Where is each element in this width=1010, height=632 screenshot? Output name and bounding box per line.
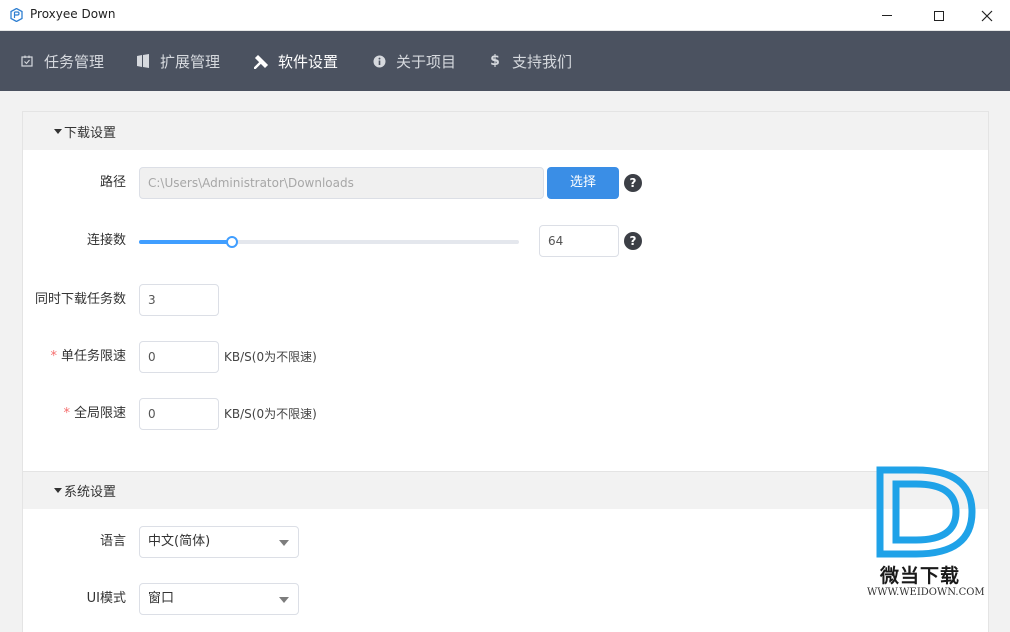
section-title: 下载设置 [64,125,117,141]
nav-label: 支持我们 [512,52,573,71]
language-select[interactable]: 中文(简体) [139,526,299,558]
dropdown-arrow-icon [279,597,289,603]
nav-item-settings[interactable]: 软件设置 [252,31,338,91]
extension-icon [134,52,152,70]
system-settings-header[interactable]: 系统设置 [23,471,988,509]
window-title: Proxyee Down [30,7,116,21]
task-icon [18,52,36,70]
info-icon [370,52,388,70]
required-mark: * [50,349,57,364]
concurrent-tasks-row: 同时下载任务数 3 [23,284,988,316]
minimize-button[interactable] [864,0,910,31]
help-icon[interactable]: ? [624,232,642,250]
caret-down-icon [54,488,62,493]
task-speed-limit-row: * 单任务限速 0 KB/S(0为不限速) [23,341,988,373]
close-icon [981,10,993,21]
label-text: 单任务限速 [60,349,126,364]
watermark-url: WWW.WEIDOWN.COM [867,587,985,598]
concurrent-tasks-label: 同时下载任务数 [34,292,126,307]
maximize-button[interactable] [916,0,962,31]
unit-text: KB/S(0为不限速) [224,350,317,364]
path-label: 路径 [99,175,126,190]
ui-mode-select[interactable]: 窗口 [139,583,299,615]
app-logo-icon [10,8,23,22]
minimize-icon [882,15,892,16]
settings-panel: 下载设置 路径 C:\Users\Administrator\Downloads… [22,111,989,632]
section-title: 系统设置 [64,485,117,500]
ui-mode-row: UI模式 窗口 [23,583,988,615]
language-label: 语言 [99,534,126,549]
label-text: 全局限速 [73,406,126,421]
nav-label: 扩展管理 [160,52,221,71]
connections-label: 连接数 [86,233,126,248]
dropdown-arrow-icon [279,540,289,546]
choose-path-button[interactable]: 选择 [547,167,619,199]
slider-fill [139,240,233,244]
connections-slider[interactable] [139,236,519,248]
unit-text: KB/S(0为不限速) [224,407,317,421]
tools-icon [252,52,270,70]
settings-content: 下载设置 路径 C:\Users\Administrator\Downloads… [0,91,1010,632]
watermark-text: 微当下载 [880,565,961,587]
global-speed-limit-label: * 全局限速 [63,398,126,430]
maximize-icon [934,10,944,21]
connections-input[interactable]: 64 [539,225,619,257]
global-speed-limit-row: * 全局限速 0 KB/S(0为不限速) [23,398,988,430]
nav-label: 软件设置 [278,52,339,71]
dollar-icon: $ [490,53,500,69]
ui-mode-label: UI模式 [86,591,126,606]
select-value: 窗口 [148,591,175,606]
nav-item-support[interactable]: $ 支持我们 [486,31,572,91]
caret-down-icon [54,128,62,134]
slider-handle[interactable] [226,236,239,248]
close-button[interactable] [964,0,1010,31]
required-mark: * [63,406,70,421]
nav-item-about[interactable]: 关于项目 [370,31,456,91]
weidown-watermark: 微当下载 WWW.WEIDOWN.COM [862,466,985,606]
nav-item-extensions[interactable]: 扩展管理 [134,31,220,91]
nav-item-tasks[interactable]: 任务管理 [18,31,104,91]
nav-label: 任务管理 [44,52,105,71]
weidown-logo-icon [876,466,976,558]
connections-row: 连接数 64 ? [23,225,988,257]
path-input[interactable]: C:\Users\Administrator\Downloads [139,167,544,199]
main-nav: 任务管理 扩展管理 软件设置 关于项目 $ 支持我们 [0,31,1010,91]
task-speed-limit-input[interactable]: 0 [139,341,219,373]
help-icon[interactable]: ? [624,174,642,192]
task-speed-limit-label: * 单任务限速 [50,341,126,373]
concurrent-tasks-input[interactable]: 3 [139,284,219,316]
language-row: 语言 中文(简体) [23,526,988,558]
select-value: 中文(简体) [148,534,211,549]
title-bar: Proxyee Down [0,0,1010,31]
download-settings-header[interactable]: 下载设置 [23,112,988,150]
global-speed-limit-input[interactable]: 0 [139,398,219,430]
path-row: 路径 C:\Users\Administrator\Downloads 选择 ? [23,167,988,199]
nav-label: 关于项目 [396,52,457,71]
